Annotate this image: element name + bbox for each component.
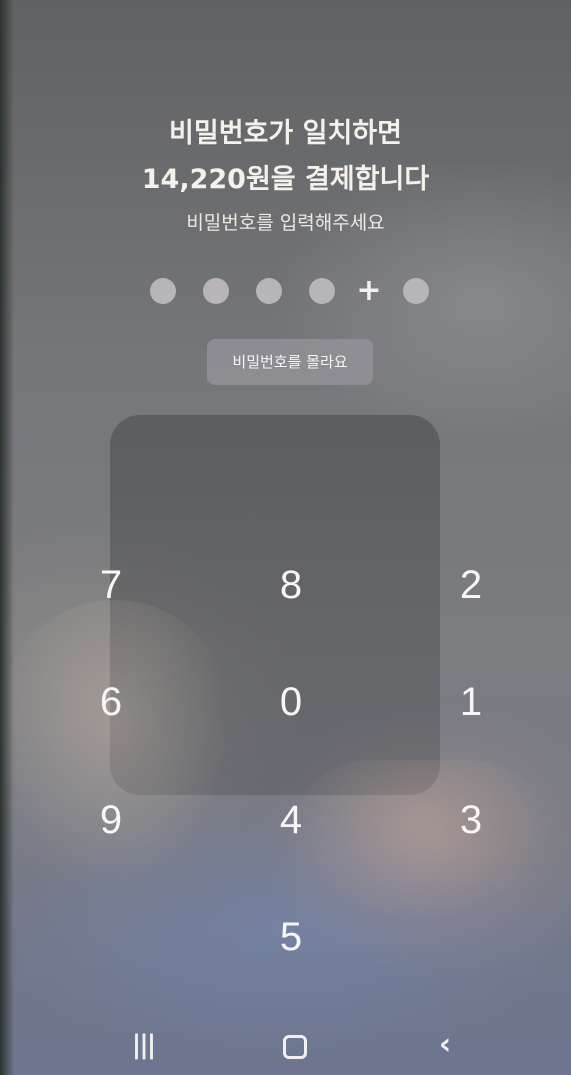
system-navigation-bar: ||| ‹ [0, 1015, 571, 1075]
keypad-key[interactable]: 8 [231, 545, 351, 625]
pin-plus-icon: + [356, 273, 382, 308]
keypad-key[interactable]: 7 [51, 545, 171, 625]
keypad-key[interactable]: 5 [231, 897, 351, 977]
forgot-password-button[interactable]: 비밀번호를 몰라요 [207, 339, 373, 385]
recents-icon[interactable]: ||| [113, 1025, 173, 1065]
keypad-key[interactable]: 6 [51, 662, 171, 742]
home-icon-shape [283, 1035, 307, 1059]
payment-title-line1: 비밀번호가 일치하면 [169, 118, 402, 149]
payment-title-line2: 14,220원을 결제합니다 [141, 164, 430, 195]
home-icon[interactable] [263, 1025, 323, 1065]
pin-dot [256, 278, 282, 304]
keypad-key[interactable]: 0 [231, 662, 351, 742]
pin-indicator: + [0, 273, 571, 308]
back-icon[interactable]: ‹ [415, 1025, 475, 1065]
screen: 비밀번호가 일치하면 14,220원을 결제합니다 비밀번호를 입력해주세요 +… [0, 0, 571, 1075]
pin-dot [309, 278, 335, 304]
pin-dot [150, 278, 176, 304]
keypad-key[interactable]: 3 [411, 780, 531, 860]
payment-subtitle: 비밀번호를 입력해주세요 [186, 212, 385, 234]
keypad-key[interactable]: 1 [411, 662, 531, 742]
keypad-key[interactable]: 2 [411, 545, 531, 625]
pin-dot [203, 278, 229, 304]
pin-dot [403, 278, 429, 304]
keypad-key[interactable]: 4 [231, 780, 351, 860]
keypad-key[interactable]: 9 [51, 780, 171, 860]
